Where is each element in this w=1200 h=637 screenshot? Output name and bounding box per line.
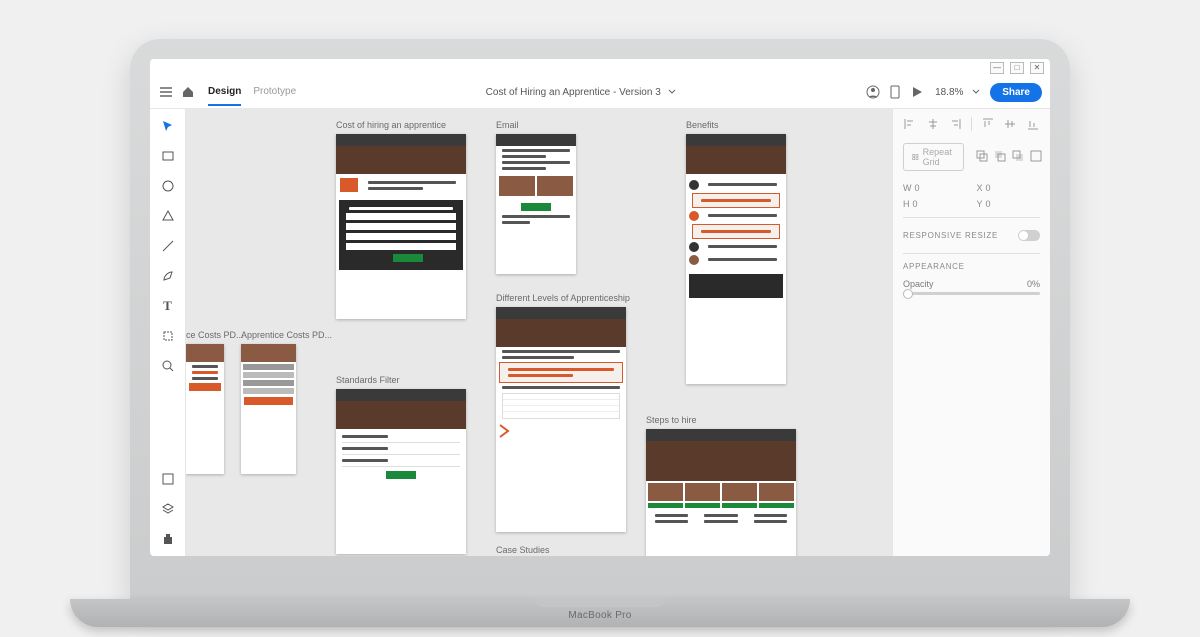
zoom-level[interactable]: 18.8% (935, 87, 980, 98)
y-input[interactable]: 0 (986, 199, 991, 209)
opacity-label: Opacity (903, 279, 934, 289)
topbar: Design Prototype Cost of Hiring an Appre… (150, 77, 1050, 109)
artboard-costs-pdf-2[interactable]: Apprentice Costs PD... (241, 344, 296, 474)
artboard-tool[interactable] (159, 327, 177, 345)
x-input[interactable]: 0 (986, 183, 991, 193)
assets-icon[interactable] (159, 470, 177, 488)
boolean-subtract-icon[interactable] (994, 150, 1006, 164)
artboard-label[interactable]: Standards Filter (336, 375, 400, 385)
minimize-button[interactable]: — (990, 62, 1004, 74)
menu-icon[interactable] (158, 84, 174, 100)
rectangle-tool[interactable] (159, 147, 177, 165)
text-tool[interactable]: T (159, 297, 177, 315)
align-left-icon[interactable] (903, 117, 917, 131)
grid-icon (912, 152, 919, 162)
maximize-button[interactable]: □ (1010, 62, 1024, 74)
artboard-levels[interactable]: Different Levels of Apprenticeship (496, 307, 626, 532)
artboard-label[interactable]: Benefits (686, 120, 719, 130)
align-center-h-icon[interactable] (926, 117, 940, 131)
left-toolbar: T (150, 109, 186, 556)
plugins-icon[interactable] (159, 530, 177, 548)
laptop-brand: MacBook Pro (568, 610, 631, 621)
artboard-label[interactable]: ce Costs PD... (186, 330, 244, 340)
artboard-label[interactable]: Apprentice Costs PD... (241, 330, 332, 340)
select-tool[interactable] (159, 117, 177, 135)
boolean-exclude-icon[interactable] (1030, 150, 1042, 164)
play-icon[interactable] (909, 84, 925, 100)
layers-icon[interactable] (159, 500, 177, 518)
share-button[interactable]: Share (990, 83, 1042, 102)
align-right-icon[interactable] (948, 117, 962, 131)
boolean-intersect-icon[interactable] (1012, 150, 1024, 164)
canvas[interactable]: Cost of hiring an apprentice Email Benef… (186, 109, 892, 556)
artboard-benefits[interactable]: Benefits (686, 134, 786, 384)
artboard-label[interactable]: Steps to hire (646, 415, 697, 425)
chevron-down-icon (972, 88, 980, 96)
line-tool[interactable] (159, 237, 177, 255)
width-input[interactable]: 0 (915, 183, 920, 193)
chevron-down-icon (668, 88, 676, 96)
align-bottom-icon[interactable] (1026, 117, 1040, 131)
opacity-slider[interactable] (903, 292, 1040, 295)
responsive-resize-label: RESPONSIVE RESIZE (903, 231, 998, 240)
artboard-costs-pdf-1[interactable]: ce Costs PD... (186, 344, 224, 474)
align-center-v-icon[interactable] (1003, 117, 1017, 131)
artboard-label[interactable]: Different Levels of Apprenticeship (496, 293, 630, 303)
artboard-email[interactable]: Email (496, 134, 576, 274)
artboard-label[interactable]: Case Studies (496, 545, 550, 555)
avatar-icon[interactable] (865, 84, 881, 100)
height-input[interactable]: 0 (913, 199, 918, 209)
device-preview-icon[interactable] (887, 84, 903, 100)
pen-tool[interactable] (159, 267, 177, 285)
artboard-label[interactable]: Email (496, 120, 519, 130)
arrow-right-icon (496, 423, 512, 439)
tab-prototype[interactable]: Prototype (253, 79, 296, 106)
opacity-value: 0% (1027, 279, 1040, 289)
tab-design[interactable]: Design (208, 79, 241, 106)
artboard-cost-hiring[interactable]: Cost of hiring an apprentice (336, 134, 466, 319)
responsive-resize-toggle[interactable] (1018, 230, 1040, 241)
transform-section: W 0 X 0 H 0 Y 0 (903, 183, 1040, 209)
boolean-add-icon[interactable] (976, 150, 988, 164)
align-controls (903, 117, 1040, 131)
artboard-label[interactable]: Cost of hiring an apprentice (336, 120, 446, 130)
app-window: — □ ✕ Design Prototype Cost of Hiring an… (150, 59, 1050, 556)
polygon-tool[interactable] (159, 207, 177, 225)
artboard-standards-filter[interactable]: Standards Filter (336, 389, 466, 554)
artboard-steps-hire[interactable]: Steps to hire (646, 429, 796, 556)
close-button[interactable]: ✕ (1030, 62, 1044, 74)
properties-panel: Repeat Grid W 0 X 0 H 0 Y 0 RESPONSIVE (892, 109, 1050, 556)
align-top-icon[interactable] (981, 117, 995, 131)
home-icon[interactable] (180, 84, 196, 100)
zoom-tool[interactable] (159, 357, 177, 375)
appearance-label: APPEARANCE (903, 262, 1040, 271)
document-title[interactable]: Cost of Hiring an Apprentice - Version 3 (486, 87, 676, 98)
laptop-frame: — □ ✕ Design Prototype Cost of Hiring an… (130, 39, 1070, 599)
window-titlebar: — □ ✕ (150, 59, 1050, 77)
repeat-grid-button[interactable]: Repeat Grid (903, 143, 964, 171)
ellipse-tool[interactable] (159, 177, 177, 195)
